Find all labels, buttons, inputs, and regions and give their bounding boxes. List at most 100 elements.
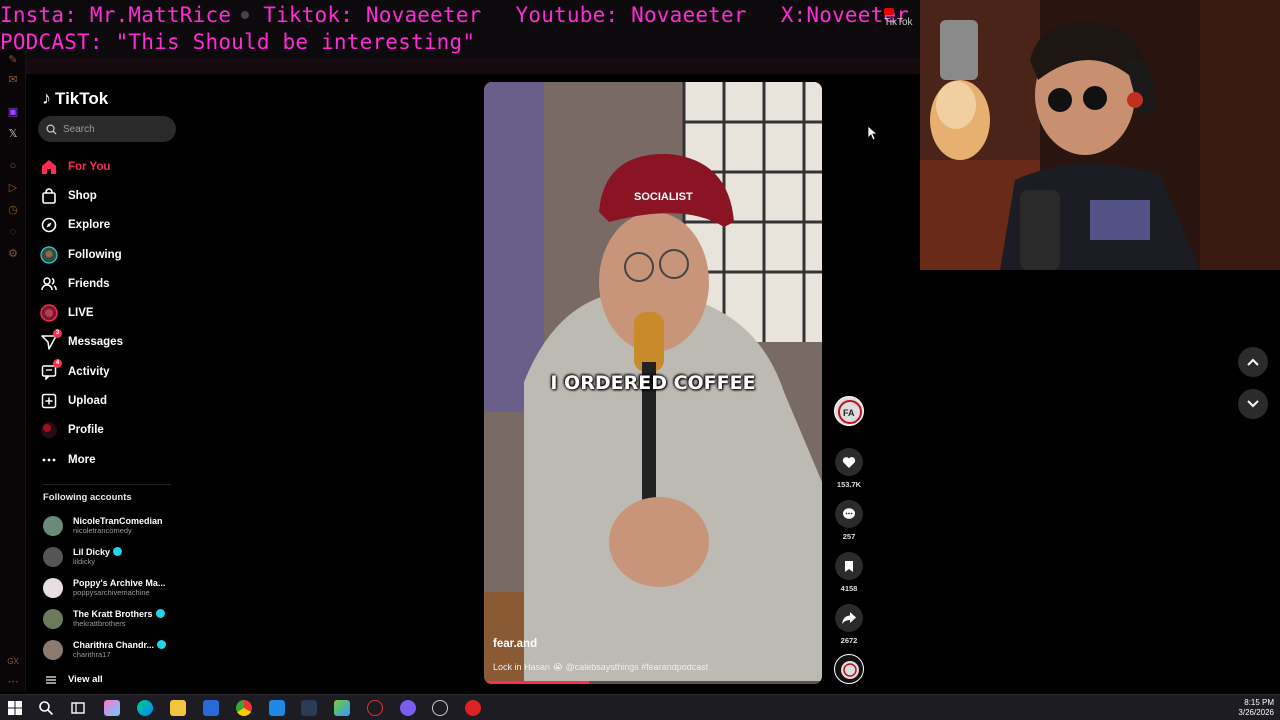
like-button[interactable] <box>835 448 863 476</box>
search-input[interactable] <box>63 123 163 135</box>
activity-icon: 4 <box>40 358 62 381</box>
edge-play-icon[interactable]: ▷ <box>7 182 19 194</box>
share-icon <box>842 612 856 624</box>
obs-icon[interactable] <box>432 700 448 716</box>
following-avatar-icon <box>40 245 58 264</box>
share-button[interactable] <box>835 604 863 632</box>
nav-profile[interactable]: Profile <box>40 416 180 445</box>
next-video-button[interactable] <box>1238 389 1268 419</box>
account-name: NicoleTranComedian <box>73 516 163 526</box>
browser-tab-tiktok[interactable]: TikTok <box>884 6 920 28</box>
overlay-tiktok: Tiktok: Novaeeter <box>263 3 482 27</box>
edge-chat-icon[interactable]: ◌ <box>7 226 19 238</box>
edge-circle-icon[interactable]: ○ <box>7 160 19 172</box>
following-account[interactable]: Poppy's Archive Ma... poppysarchivemachin… <box>43 574 178 602</box>
svg-text:FA: FA <box>843 408 855 418</box>
store-icon[interactable] <box>203 700 219 716</box>
view-all-label: View all <box>68 674 103 685</box>
verified-icon <box>113 547 123 556</box>
nav-messages[interactable]: 3 Messages <box>40 328 180 357</box>
discord-icon[interactable] <box>400 700 416 716</box>
following-account[interactable]: Lil Dicky lildicky <box>43 543 178 571</box>
chrome-icon[interactable] <box>236 700 252 716</box>
app-red-icon[interactable] <box>465 700 481 716</box>
upload-icon <box>40 392 58 410</box>
video-caption: I ORDERED COFFEE <box>550 372 756 394</box>
like-action[interactable]: 153.7K <box>834 448 864 489</box>
account-handle: nicoletrancomedy <box>73 526 132 535</box>
edge-mail-icon[interactable]: ✉ <box>7 74 19 86</box>
twitch-icon[interactable]: ▣ <box>7 106 19 118</box>
nav-more[interactable]: More <box>40 445 180 474</box>
x-icon[interactable]: 𝕏 <box>7 128 19 140</box>
following-account[interactable]: NicoleTranComedian nicoletrancomedy <box>43 512 178 540</box>
previous-video-button[interactable] <box>1238 347 1268 377</box>
account-name: Lil Dicky <box>73 547 111 557</box>
video-progress-bar[interactable] <box>484 681 822 684</box>
nav-upload[interactable]: Upload <box>40 386 180 415</box>
nav-friends[interactable]: Friends <box>40 269 180 298</box>
sound-disc-icon <box>834 654 864 684</box>
app-blue-icon[interactable] <box>269 700 285 716</box>
nav-explore[interactable]: Explore <box>40 211 180 240</box>
opera-gx-icon[interactable] <box>367 700 383 716</box>
creator-avatar-button[interactable]: FA <box>834 396 864 426</box>
compass-icon <box>40 216 58 234</box>
overlay-socials-line: Insta: Mr.MattRice Tiktok: Novaeeter Youtu… <box>0 3 909 27</box>
file-explorer-icon[interactable] <box>170 700 186 716</box>
video-player[interactable]: SOCIALIST I ORDERED COFFEE fear.and Lock… <box>484 82 822 684</box>
tiktok-logo[interactable]: ♪ TikTok <box>42 88 108 109</box>
account-handle: thekrattbrothers <box>73 619 126 628</box>
share-action[interactable]: 2672 <box>834 604 864 645</box>
comment-button[interactable] <box>835 500 863 528</box>
windows-icon <box>8 701 22 715</box>
nav-label: Messages <box>68 336 123 349</box>
live-icon <box>40 304 58 322</box>
taskbar-search-button[interactable] <box>38 700 54 716</box>
steam-icon[interactable] <box>301 700 317 716</box>
edge-settings-icon[interactable]: ⚙ <box>7 248 19 260</box>
system-clock[interactable]: 8:15 PM 3/26/2026 <box>1238 698 1274 718</box>
nav-label: For You <box>68 160 111 173</box>
edge-more-icon[interactable]: ⋯ <box>7 676 19 688</box>
app-green-icon[interactable] <box>334 700 350 716</box>
view-all-button[interactable]: View all <box>46 674 103 685</box>
search-icon <box>39 701 54 716</box>
messages-badge: 3 <box>53 329 62 339</box>
nav-activity[interactable]: 4 Activity <box>40 357 180 386</box>
save-action[interactable]: 4158 <box>834 552 864 593</box>
start-button[interactable] <box>7 700 23 716</box>
edge-browser-icon[interactable] <box>137 700 153 716</box>
youtube-icon <box>884 7 894 15</box>
video-author[interactable]: fear.and <box>493 638 537 650</box>
nav-shop[interactable]: Shop <box>40 181 180 210</box>
avatar <box>43 578 63 598</box>
sound-disc-button[interactable] <box>834 654 864 684</box>
nav-label: More <box>68 453 96 466</box>
account-handle: lildicky <box>73 557 96 566</box>
comment-action[interactable]: 257 <box>834 500 864 541</box>
nav-for-you[interactable]: For You <box>40 152 180 181</box>
overlay-podcast-line: PODCAST: "This Should be interesting" <box>0 30 476 54</box>
edge-clock-icon[interactable]: ◷ <box>7 204 19 216</box>
search-box[interactable] <box>38 116 176 142</box>
list-icon <box>46 675 56 684</box>
webcam-image <box>920 0 1280 270</box>
overlay-dot <box>241 11 250 19</box>
nav-label: Shop <box>68 189 97 202</box>
edge-app-icon[interactable]: ✎ <box>7 54 19 66</box>
save-button[interactable] <box>835 552 863 580</box>
account-handle: poppysarchivemachine <box>73 588 150 597</box>
share-count: 2672 <box>840 636 858 645</box>
task-view-button[interactable] <box>70 700 86 716</box>
following-account[interactable]: Charithra Chandr... charithra17 <box>43 636 178 664</box>
nav-live[interactable]: LIVE <box>40 298 180 327</box>
following-account[interactable]: The Kratt Brothers thekrattbrothers <box>43 605 178 633</box>
avatar <box>43 640 63 660</box>
video-progress-fill <box>484 681 589 684</box>
edge-gx-icon[interactable]: GX <box>7 656 19 668</box>
nav-following[interactable]: Following <box>40 240 180 269</box>
account-handle: charithra17 <box>73 650 111 659</box>
activity-badge: 4 <box>53 358 62 368</box>
copilot-icon[interactable] <box>104 700 120 716</box>
